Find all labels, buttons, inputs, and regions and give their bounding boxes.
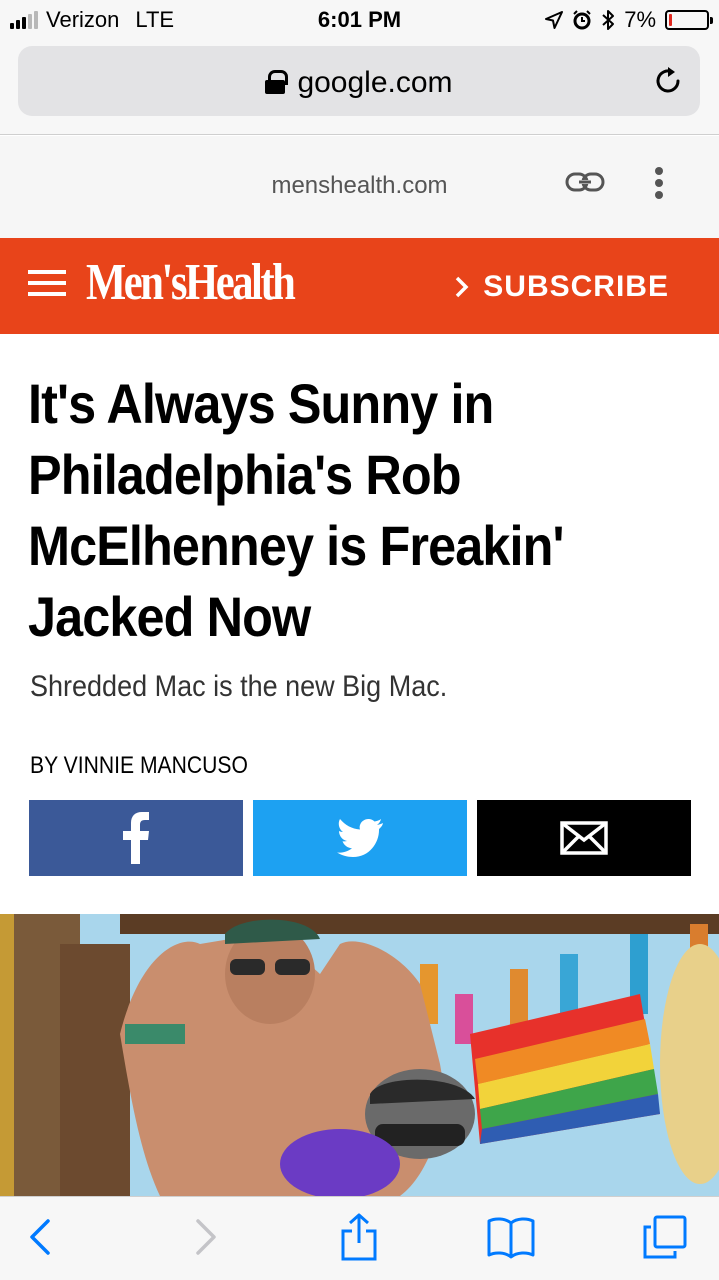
article-dek: Shredded Mac is the new Big Mac.	[30, 670, 448, 703]
bookmarks-icon[interactable]	[487, 1213, 535, 1261]
address-text-wrap[interactable]: google.com	[18, 66, 700, 100]
hamburger-menu-icon[interactable]	[28, 266, 66, 300]
subscribe-button[interactable]: SUBSCRIBE	[455, 270, 669, 304]
site-logo[interactable]: Men'sHealth	[86, 253, 296, 312]
amp-domain[interactable]: menshealth.com	[0, 172, 719, 200]
status-right: 7%	[545, 7, 713, 33]
tabs-icon[interactable]	[641, 1213, 689, 1261]
facebook-share-button[interactable]	[29, 800, 243, 876]
hero-photo	[0, 914, 719, 1196]
twitter-icon	[337, 819, 383, 857]
email-share-button[interactable]	[477, 800, 691, 876]
browser-address-area: google.com	[0, 40, 719, 135]
lock-icon	[265, 70, 289, 94]
envelope-icon	[560, 821, 608, 855]
twitter-share-button[interactable]	[253, 800, 467, 876]
back-icon[interactable]	[18, 1213, 66, 1261]
battery-percent: 7%	[624, 7, 656, 32]
subscribe-label: SUBSCRIBE	[483, 270, 669, 303]
location-arrow-icon	[545, 11, 564, 29]
more-vertical-icon[interactable]	[654, 166, 664, 200]
article-headline: It's Always Sunny in Philadelphia's Rob …	[28, 372, 564, 648]
battery-level	[669, 14, 672, 26]
share-icon[interactable]	[335, 1213, 383, 1261]
facebook-icon	[123, 812, 149, 864]
bluetooth-icon	[602, 10, 615, 30]
share-buttons	[29, 800, 691, 876]
status-bar: Verizon LTE 6:01 PM 7%	[0, 0, 719, 40]
address-bar[interactable]: google.com	[18, 46, 700, 116]
amp-header: menshealth.com	[0, 136, 719, 238]
browser-toolbar	[0, 1196, 719, 1280]
article-hero-image	[0, 914, 719, 1196]
battery-icon	[665, 10, 713, 30]
forward-icon[interactable]	[180, 1213, 228, 1261]
article-byline: BY VINNIE MANCUSO	[30, 752, 248, 779]
alarm-icon	[573, 10, 591, 30]
url-text[interactable]: google.com	[297, 66, 452, 99]
site-header: Men'sHealth SUBSCRIBE	[0, 238, 719, 334]
link-icon[interactable]	[565, 172, 605, 192]
reload-icon[interactable]	[652, 65, 684, 97]
chevron-right-icon	[456, 276, 469, 298]
